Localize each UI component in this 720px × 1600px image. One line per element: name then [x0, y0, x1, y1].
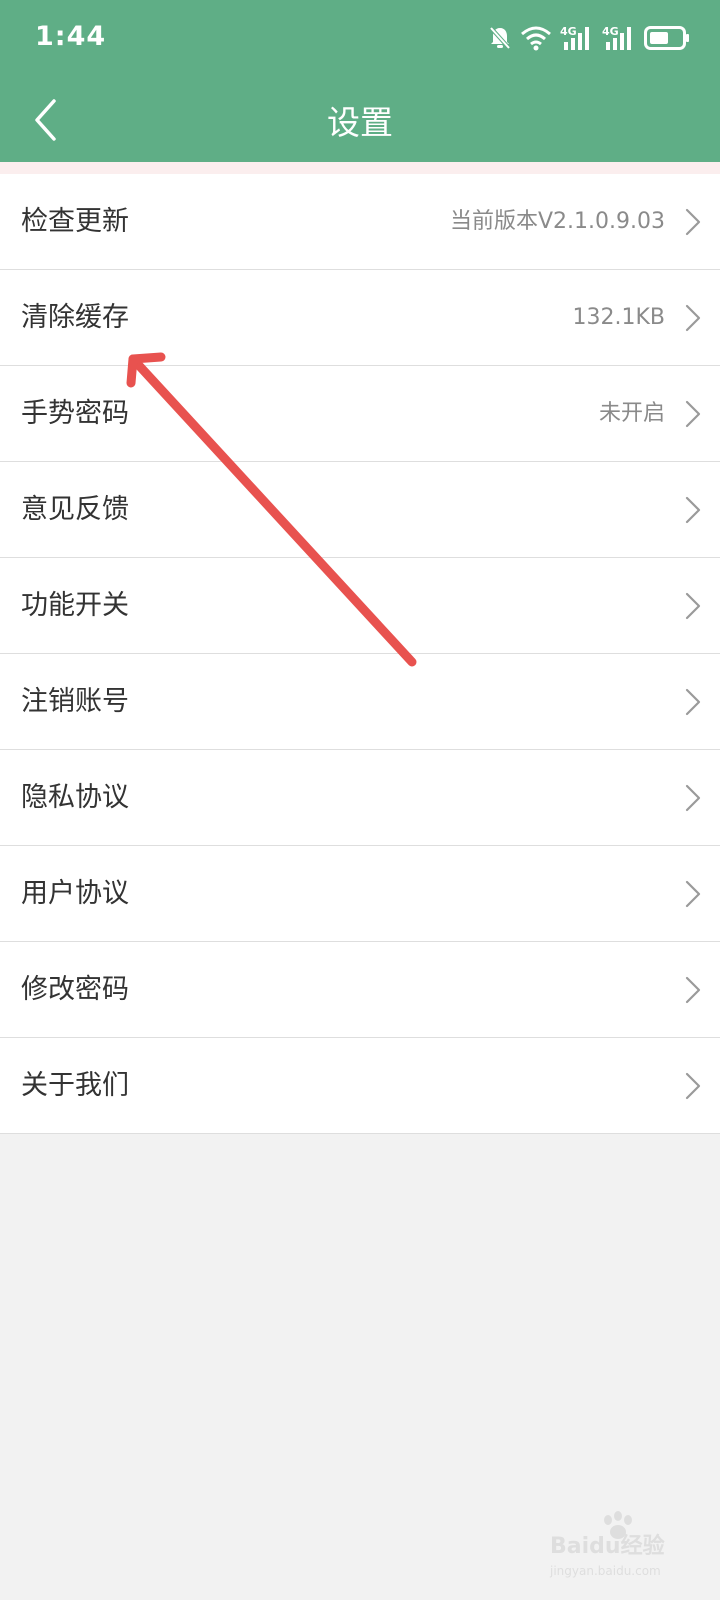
settings-item-label: 功能开关 — [21, 590, 129, 621]
status-icons: 4G 4G — [488, 22, 690, 54]
version-value: 当前版本V2.1.0.9.03 — [449, 209, 665, 234]
settings-item-user-agreement[interactable]: 用户协议 — [0, 846, 720, 942]
bell-off-icon — [489, 26, 511, 50]
network-label: 4G — [602, 25, 619, 38]
chevron-right-icon — [685, 1072, 701, 1100]
settings-item-label: 注销账号 — [21, 686, 129, 717]
chevron-right-icon — [685, 976, 701, 1004]
settings-item-label: 清除缓存 — [21, 302, 129, 333]
settings-item-label: 检查更新 — [21, 206, 129, 237]
signal-icon: 4G — [560, 25, 589, 50]
chevron-right-icon — [685, 688, 701, 716]
signal-icon: 4G — [602, 25, 631, 50]
settings-item-label: 隐私协议 — [21, 782, 129, 813]
chevron-right-icon — [685, 304, 701, 332]
settings-item-label: 用户协议 — [21, 878, 129, 909]
settings-item-privacy-policy[interactable]: 隐私协议 — [0, 750, 720, 846]
chevron-right-icon — [685, 496, 701, 524]
battery-icon — [644, 26, 689, 50]
network-label: 4G — [560, 25, 577, 38]
chevron-right-icon — [685, 784, 701, 812]
status-time: 1:44 — [35, 21, 107, 52]
chevron-right-icon — [685, 880, 701, 908]
settings-item-clear-cache[interactable]: 清除缓存 132.1KB — [0, 270, 720, 366]
settings-item-change-password[interactable]: 修改密码 — [0, 942, 720, 1038]
settings-item-delete-account[interactable]: 注销账号 — [0, 654, 720, 750]
page-title: 设置 — [327, 103, 393, 142]
app-header: 1:44 4G 4G 设置 — [0, 0, 720, 162]
chevron-right-icon — [685, 400, 701, 428]
settings-item-label: 意见反馈 — [21, 494, 129, 525]
settings-item-label: 修改密码 — [21, 974, 129, 1005]
chevron-right-icon — [685, 208, 701, 236]
header-divider — [0, 162, 720, 174]
settings-item-gesture-password[interactable]: 手势密码 未开启 — [0, 366, 720, 462]
gesture-status-value: 未开启 — [598, 401, 665, 426]
settings-item-about-us[interactable]: 关于我们 — [0, 1038, 720, 1134]
watermark-brand: Baidu经验 — [550, 1534, 665, 1559]
settings-item-feature-switch[interactable]: 功能开关 — [0, 558, 720, 654]
settings-list: 检查更新 当前版本V2.1.0.9.03 清除缓存 132.1KB 手势密码 未… — [0, 174, 720, 1134]
settings-item-feedback[interactable]: 意见反馈 — [0, 462, 720, 558]
baidu-watermark: Baidu经验 jingyan.baidu.com — [550, 1510, 680, 1578]
settings-item-label: 手势密码 — [21, 398, 129, 429]
watermark-url: jingyan.baidu.com — [550, 1564, 661, 1578]
wifi-icon — [521, 26, 551, 51]
cache-size-value: 132.1KB — [572, 305, 665, 330]
chevron-right-icon — [685, 592, 701, 620]
settings-item-label: 关于我们 — [21, 1070, 129, 1101]
settings-item-check-update[interactable]: 检查更新 当前版本V2.1.0.9.03 — [0, 174, 720, 270]
